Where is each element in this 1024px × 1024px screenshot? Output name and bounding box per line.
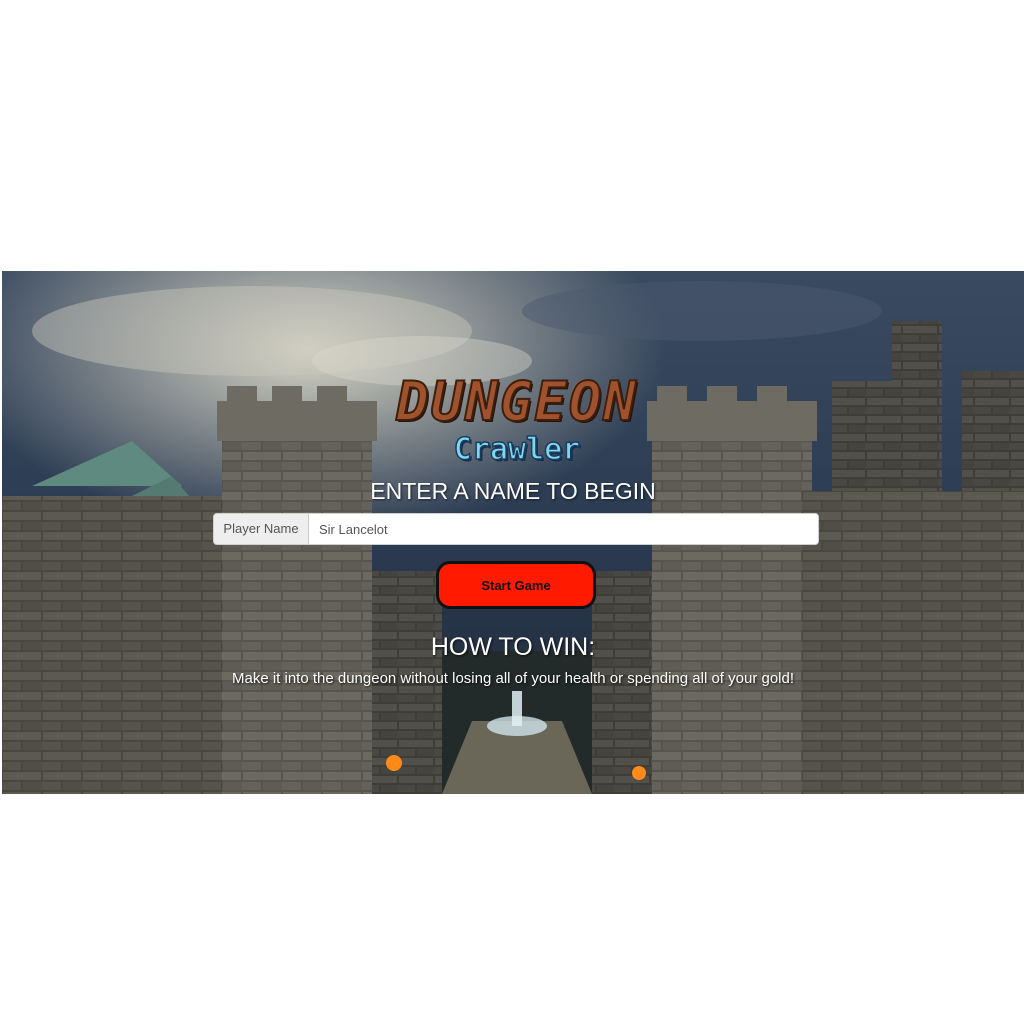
enter-name-heading: ENTER A NAME TO BEGIN	[370, 478, 656, 504]
logo-subtitle: Crawler	[453, 432, 581, 468]
page: DUNGEON Crawler ENTER A NAME TO BEGIN Pl…	[0, 0, 1024, 1024]
how-to-win-text: Make it into the dungeon without losing …	[231, 670, 795, 687]
start-game-button[interactable]: Start Game	[436, 561, 596, 609]
player-name-input[interactable]	[309, 514, 818, 544]
logo-title: DUNGEON	[395, 370, 638, 433]
player-name-label: Player Name	[214, 514, 309, 544]
castle-background: DUNGEON Crawler ENTER A NAME TO BEGIN Pl…	[2, 271, 1024, 794]
player-name-group: Player Name	[213, 513, 819, 545]
game-logo: DUNGEON Crawler	[362, 370, 672, 473]
start-screen: DUNGEON Crawler ENTER A NAME TO BEGIN Pl…	[2, 271, 1024, 794]
how-to-win-heading: HOW TO WIN:	[430, 633, 596, 661]
